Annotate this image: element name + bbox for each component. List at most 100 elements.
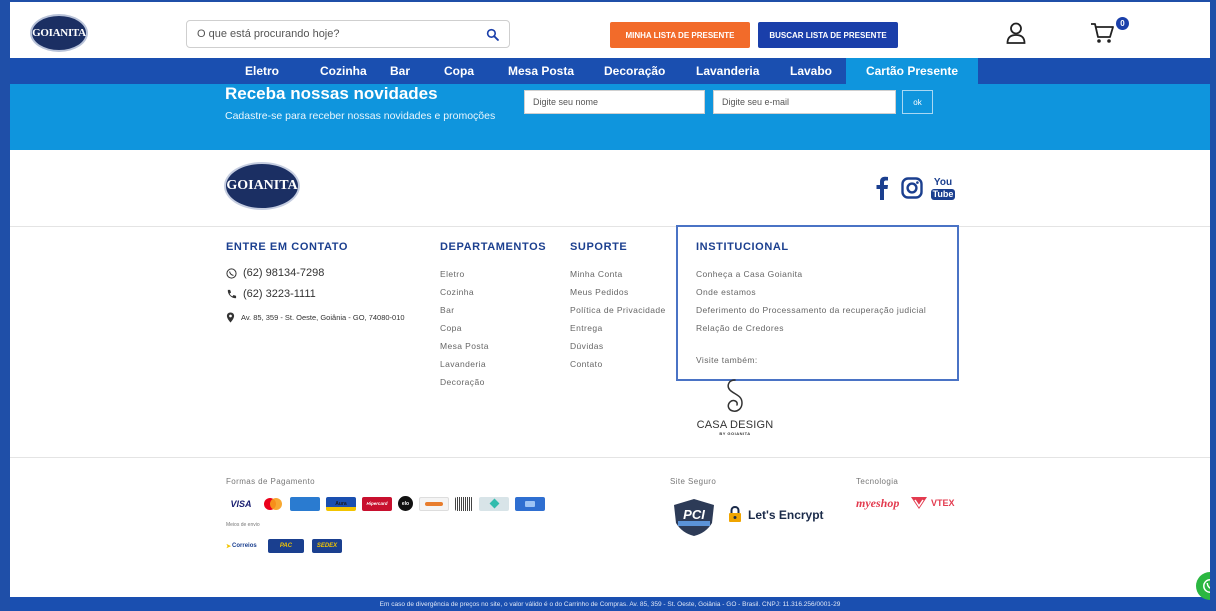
correios-text: Correios (232, 543, 257, 549)
whatsapp-chat-button[interactable] (1196, 572, 1216, 600)
contact-phone[interactable]: (62) 3223-1111 (226, 288, 316, 300)
elo-icon: elo (398, 496, 413, 511)
svg-text:PCI: PCI (683, 507, 705, 522)
cart-count-badge: 0 (1116, 17, 1129, 30)
secure-label: Site Seguro (670, 477, 717, 486)
boleto-icon (455, 496, 473, 511)
diners-icon (419, 496, 449, 511)
shipping-methods: ➤ Correios PAC SEDEX (226, 539, 342, 553)
search-icon (486, 28, 499, 41)
lets-encrypt-text: Let's Encrypt (748, 507, 824, 522)
visa-icon: VISA (230, 498, 252, 509)
youtube-text-you: You (933, 177, 953, 188)
newsletter-name-input[interactable] (524, 90, 705, 114)
aura-icon: Aura (326, 496, 356, 511)
footer-divider-bottom (10, 457, 1210, 458)
sedex-icon: SEDEX (312, 539, 342, 553)
inst-link-credores[interactable]: Relação de Credores (696, 323, 784, 333)
contact-title: ENTRE EM CONTATO (226, 241, 349, 253)
newsletter-ok-button[interactable]: ok (902, 90, 933, 114)
search-bar (186, 20, 510, 48)
shipping-label: Meios de envio (226, 522, 260, 528)
main-nav: Eletro Cozinha Bar Copa Mesa Posta Decor… (10, 58, 1210, 84)
vtex-text: VTEX (931, 498, 955, 508)
inst-link-conheca[interactable]: Conheça a Casa Goianita (696, 269, 803, 279)
suporte-link-meus-pedidos[interactable]: Meus Pedidos (570, 287, 629, 297)
hipercard-icon: Hipercard (362, 496, 392, 511)
dept-link-mesa-posta[interactable]: Mesa Posta (440, 341, 489, 351)
nav-item-cozinha[interactable]: Cozinha (320, 58, 367, 84)
nav-item-mesa-posta[interactable]: Mesa Posta (508, 58, 574, 84)
phone-icon (227, 289, 237, 298)
instagram-icon[interactable] (900, 174, 924, 202)
pix-icon (479, 496, 509, 511)
dept-link-copa[interactable]: Copa (440, 323, 462, 333)
header: GOIANITA MINHA LISTA DE PRESENTE BUSCAR … (10, 8, 1210, 58)
contact-whatsapp[interactable]: (62) 98134-7298 (226, 267, 324, 279)
dept-link-cozinha[interactable]: Cozinha (440, 287, 474, 297)
contact-phone-number: (62) 3223-1111 (243, 288, 316, 300)
map-pin-icon (226, 312, 235, 323)
goianita-logo[interactable]: GOIANITA (30, 14, 88, 52)
footer-goianita-logo[interactable]: GOIANITA (224, 162, 300, 210)
newsletter-title: Receba nossas novidades (225, 84, 438, 103)
youtube-text-tube: Tube (930, 189, 956, 200)
casa-design-name: CASA DESIGN (696, 419, 774, 431)
tech-label: Tecnologia (856, 477, 899, 486)
vtex-icon (911, 497, 927, 509)
nav-item-lavabo[interactable]: Lavabo (790, 58, 832, 84)
footer-disclaimer: Em caso de divergência de preços no site… (10, 597, 1210, 611)
casa-design-sub: BY GOIANITA (719, 431, 751, 436)
pac-icon: PAC (268, 539, 304, 553)
newsletter-email-input[interactable] (713, 90, 896, 114)
nav-item-copa[interactable]: Copa (444, 58, 474, 84)
whatsapp-icon (226, 267, 237, 279)
contact-whatsapp-number: (62) 98134-7298 (243, 267, 325, 279)
contact-address[interactable]: Av. 85, 359 - St. Oeste, Goiânia - GO, 7… (226, 312, 405, 323)
buscar-lista-button[interactable]: BUSCAR LISTA DE PRESENTE (758, 22, 898, 48)
departamentos-title: DEPARTAMENTOS (440, 241, 547, 253)
search-input[interactable] (187, 21, 457, 47)
user-icon[interactable] (1006, 22, 1026, 44)
dept-link-eletro[interactable]: Eletro (440, 269, 465, 279)
dept-link-decoracao[interactable]: Decoração (440, 377, 485, 387)
suporte-link-duvidas[interactable]: Dúvidas (570, 341, 604, 351)
nav-item-bar[interactable]: Bar (390, 58, 410, 84)
mastercard-icon (262, 497, 284, 511)
inst-link-deferimento[interactable]: Deferimento do Processamento da recupera… (696, 305, 926, 315)
contact-address-text: Av. 85, 359 - St. Oeste, Goiânia - GO, 7… (241, 313, 405, 322)
youtube-icon[interactable]: You Tube (928, 174, 958, 204)
vtex-logo[interactable]: VTEX (910, 496, 955, 510)
pci-certified-badge: PCI (674, 499, 714, 536)
newsletter-section: Receba nossas novidades Cadastre-se para… (10, 84, 1210, 150)
payment-label: Formas de Pagamento (226, 477, 315, 486)
dept-link-bar[interactable]: Bar (440, 305, 454, 315)
search-button[interactable] (475, 21, 509, 47)
nav-item-decoracao[interactable]: Decoração (604, 58, 665, 84)
suporte-link-minha-conta[interactable]: Minha Conta (570, 269, 623, 279)
suporte-link-entrega[interactable]: Entrega (570, 323, 603, 333)
lets-encrypt-badge: Let's Encrypt (728, 506, 824, 523)
myeshop-logo[interactable]: myeshop (856, 496, 899, 511)
whatsapp-chat-icon (1203, 579, 1216, 593)
payment-methods: VISA Aura Hipercard elo (226, 496, 545, 511)
correios-icon: ➤ Correios (226, 543, 257, 550)
suporte-title: SUPORTE (570, 241, 628, 253)
cart-icon[interactable] (1090, 22, 1114, 44)
newsletter-subtitle: Cadastre-se para receber nossas novidade… (225, 110, 496, 122)
nav-item-eletro[interactable]: Eletro (245, 58, 279, 84)
lock-icon (729, 506, 741, 522)
inst-link-onde-estamos[interactable]: Onde estamos (696, 287, 756, 297)
nav-item-cartao-presente[interactable]: Cartão Presente (846, 58, 978, 84)
amex-icon (290, 496, 320, 511)
minha-lista-button[interactable]: MINHA LISTA DE PRESENTE (610, 22, 750, 48)
casa-design-logo[interactable]: CASA DESIGN BY GOIANITA (690, 378, 780, 436)
casa-design-swirl-icon (727, 379, 743, 412)
facebook-icon[interactable] (872, 174, 892, 202)
suporte-link-contato[interactable]: Contato (570, 359, 603, 369)
transfer-icon (515, 496, 545, 511)
suporte-link-privacidade[interactable]: Política de Privacidade (570, 305, 666, 315)
dept-link-lavanderia[interactable]: Lavanderia (440, 359, 486, 369)
nav-item-lavanderia[interactable]: Lavanderia (696, 58, 759, 84)
inst-visite-label: Visite também: (696, 355, 758, 365)
